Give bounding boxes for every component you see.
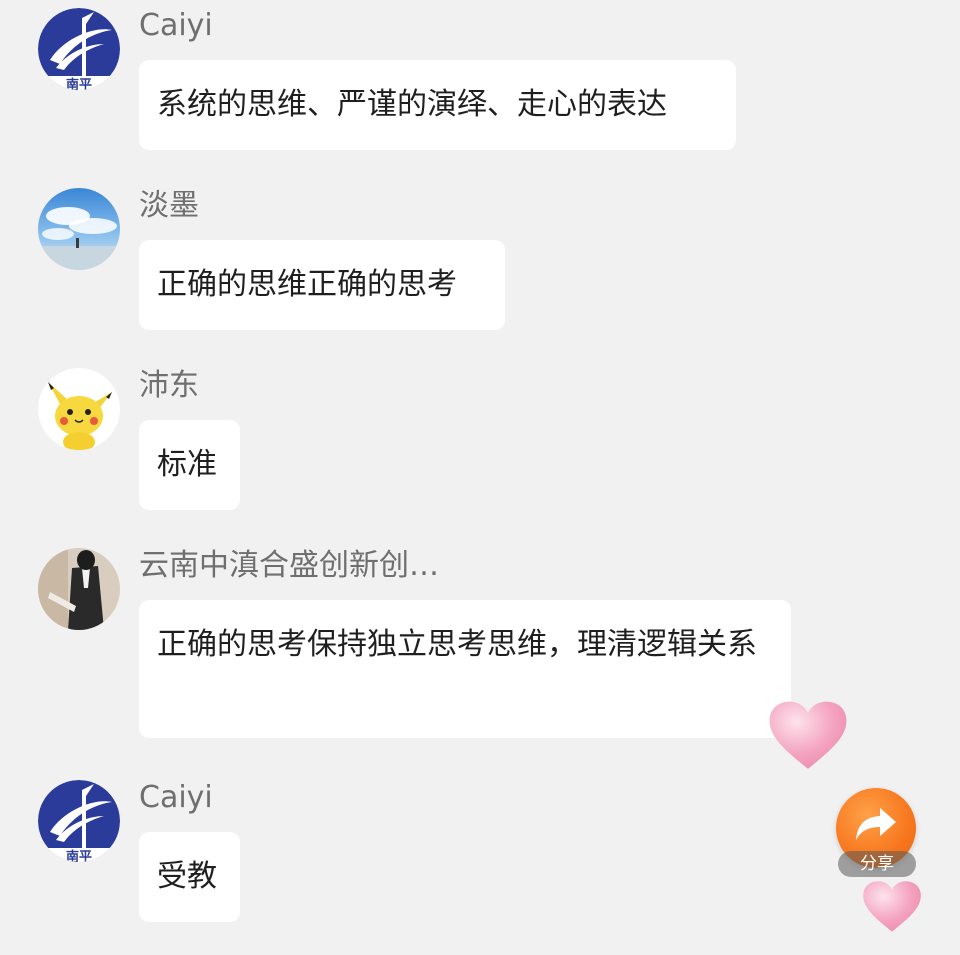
chat-view: 南平 Caiyi 系统的思维、严谨的演绎、走心的表达 淡墨 正确的思维正确的思考… bbox=[0, 0, 960, 955]
message-bubble[interactable]: 标准 bbox=[139, 420, 240, 510]
pikachu-avatar[interactable] bbox=[38, 368, 120, 450]
heart-icon bbox=[863, 881, 921, 932]
person-photo-icon bbox=[38, 548, 120, 630]
sky-photo-icon bbox=[38, 188, 120, 270]
sender-name: 沛东 bbox=[139, 368, 199, 403]
message-bubble[interactable]: 正确的思维正确的思考 bbox=[139, 240, 505, 330]
message-bubble[interactable]: 正确的思考保持独立思考思维，理清逻辑关系 bbox=[139, 600, 791, 738]
logo-avatar[interactable]: 南平 bbox=[38, 780, 120, 862]
message-bubble[interactable]: 系统的思维、严谨的演绎、走心的表达 bbox=[139, 60, 736, 150]
heart-icon bbox=[769, 701, 847, 769]
sender-name: 云南中滇合盛创新创… bbox=[139, 548, 439, 583]
logo-avatar[interactable]: 南平 bbox=[38, 8, 120, 90]
sender-name: Caiyi bbox=[139, 780, 213, 815]
pikachu-icon bbox=[38, 368, 120, 450]
logo-icon: 南平 bbox=[38, 780, 120, 862]
logo-text: 南平 bbox=[66, 77, 92, 90]
share-arrow-icon bbox=[856, 808, 896, 840]
logo-text: 南平 bbox=[66, 849, 92, 862]
person-avatar[interactable] bbox=[38, 548, 120, 630]
sender-name: 淡墨 bbox=[139, 188, 199, 223]
sky-avatar[interactable] bbox=[38, 188, 120, 270]
message-bubble[interactable]: 受教 bbox=[139, 832, 240, 922]
sender-name: Caiyi bbox=[139, 8, 213, 43]
logo-icon: 南平 bbox=[38, 8, 120, 90]
share-label[interactable]: 分享 bbox=[838, 851, 916, 877]
